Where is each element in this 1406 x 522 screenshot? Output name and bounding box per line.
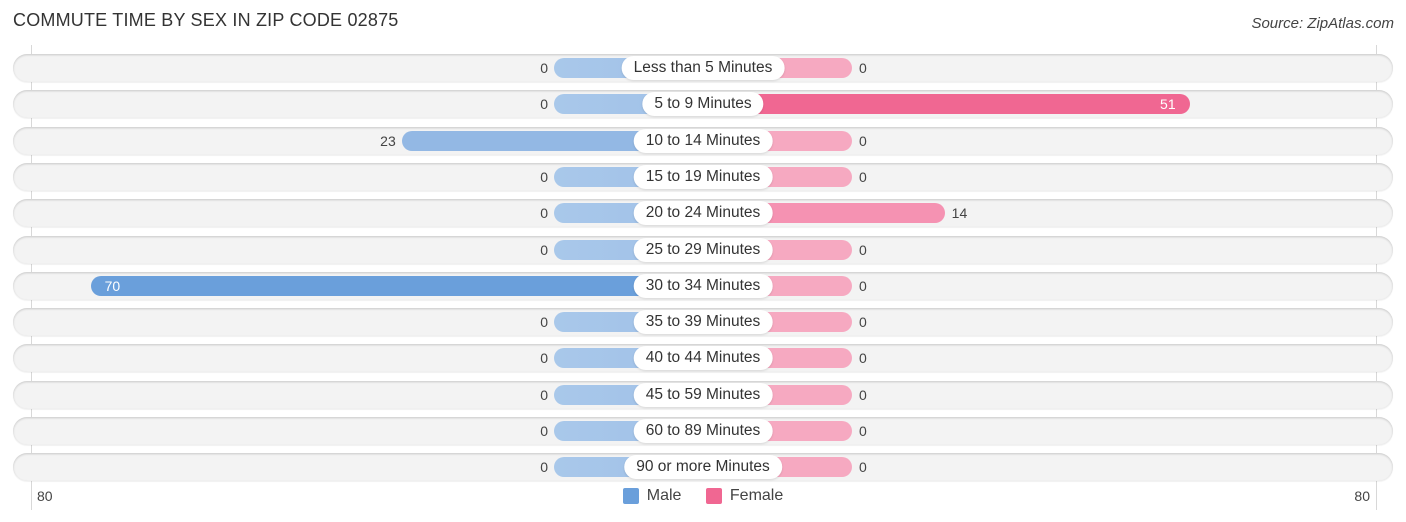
legend-label-female: Female <box>729 487 784 504</box>
value-label-female: 0 <box>859 459 867 475</box>
category-label: 30 to 34 Minutes <box>633 274 773 298</box>
legend-label-male: Male <box>646 487 682 504</box>
value-label-female: 0 <box>859 387 867 403</box>
category-label: 60 to 89 Minutes <box>633 419 773 443</box>
value-label-male: 0 <box>540 423 548 439</box>
chart-title: COMMUTE TIME BY SEX IN ZIP CODE 02875 <box>13 10 399 30</box>
value-label-female: 0 <box>859 350 867 366</box>
legend-item-male[interactable]: Male <box>622 487 682 505</box>
value-label-female: 0 <box>859 242 867 258</box>
value-label-male: 0 <box>540 60 548 76</box>
legend-swatch-female <box>705 488 722 504</box>
value-label-male: 0 <box>540 459 548 475</box>
legend: Male Female <box>0 487 1406 509</box>
value-label-female: 0 <box>859 314 867 330</box>
value-label-male: 0 <box>540 96 548 112</box>
category-label: Less than 5 Minutes <box>621 56 785 80</box>
value-label-male: 0 <box>540 350 548 366</box>
value-label-male: 70 <box>104 278 121 294</box>
value-label-female: 0 <box>859 278 867 294</box>
category-label: 5 to 9 Minutes <box>642 92 764 116</box>
value-label-female: 0 <box>859 133 867 149</box>
category-label: 40 to 44 Minutes <box>633 346 773 370</box>
category-label: 45 to 59 Minutes <box>633 383 773 407</box>
category-label: 15 to 19 Minutes <box>633 165 773 189</box>
legend-item-female[interactable]: Female <box>705 487 784 505</box>
category-label: 20 to 24 Minutes <box>633 201 773 225</box>
value-label-female: 0 <box>859 423 867 439</box>
bar-female[interactable] <box>703 94 1190 114</box>
value-label-female: 0 <box>859 169 867 185</box>
value-label-male: 0 <box>540 205 548 221</box>
source-label: Source: ZipAtlas.com <box>1251 15 1394 32</box>
value-label-male: 0 <box>540 242 548 258</box>
value-label-female: 14 <box>951 205 968 221</box>
legend-swatch-male <box>622 488 639 504</box>
value-label-male: 0 <box>540 387 548 403</box>
category-label: 35 to 39 Minutes <box>633 310 773 334</box>
value-label-female: 0 <box>859 60 867 76</box>
value-label-female: 51 <box>1160 96 1176 112</box>
category-label: 25 to 29 Minutes <box>633 238 773 262</box>
value-label-male: 0 <box>540 169 548 185</box>
value-label-male: 0 <box>540 314 548 330</box>
bar-male[interactable] <box>90 276 703 296</box>
value-label-male: 23 <box>380 133 396 149</box>
category-label: 90 or more Minutes <box>624 455 782 479</box>
category-label: 10 to 14 Minutes <box>633 129 773 153</box>
